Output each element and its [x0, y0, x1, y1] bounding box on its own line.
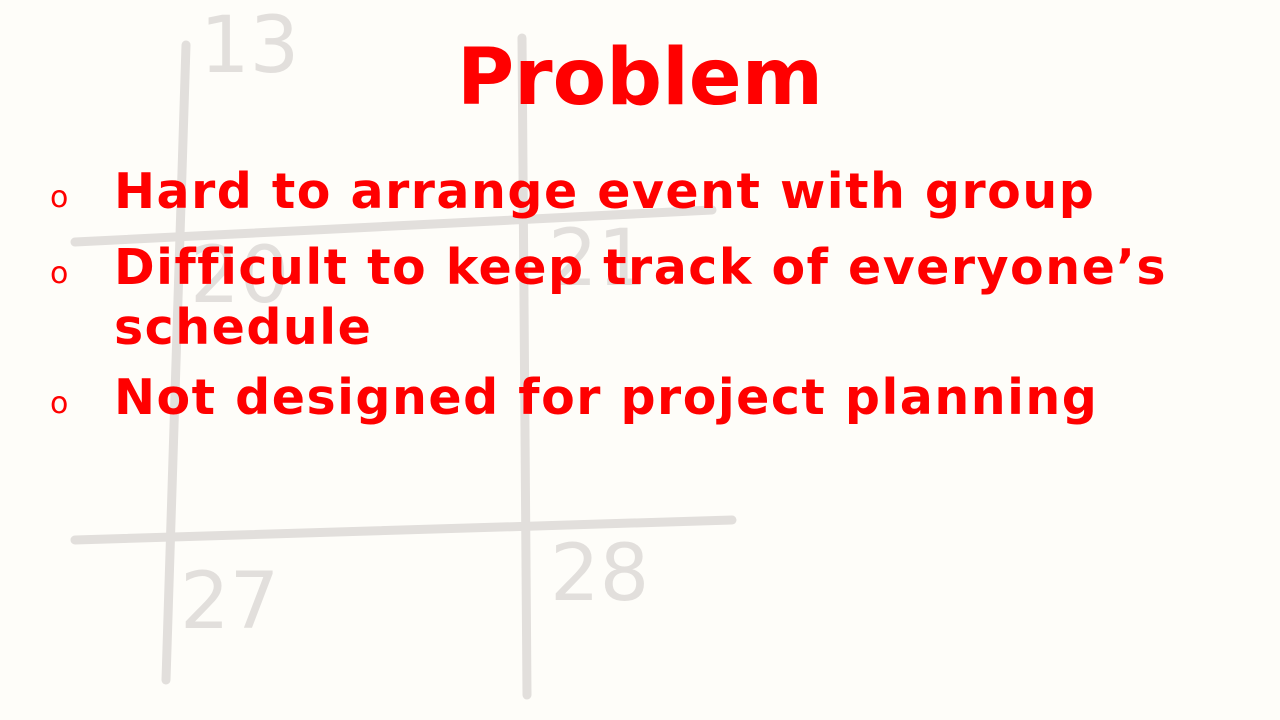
bullet-marker-icon: o — [50, 256, 69, 291]
bullet-marker-icon: o — [50, 180, 69, 215]
bullet-marker-icon: o — [50, 386, 69, 421]
bullet-item: o Difficult to keep track of everyone’s … — [50, 238, 1250, 358]
bullet-item: o Not designed for project planning — [50, 368, 1250, 434]
bullet-text: Not designed for project planning — [114, 369, 1099, 426]
bullet-text: Hard to arrange event with group — [114, 163, 1096, 220]
calendar-number-27: 27 — [180, 557, 279, 647]
bullet-list: o Hard to arrange event with group o Dif… — [50, 162, 1250, 444]
bullet-item: o Hard to arrange event with group — [50, 162, 1250, 228]
slide-title: Problem — [457, 33, 823, 123]
calendar-number-28: 28 — [550, 529, 649, 619]
bullet-text: Difficult to keep track of everyone’s sc… — [114, 239, 1168, 356]
